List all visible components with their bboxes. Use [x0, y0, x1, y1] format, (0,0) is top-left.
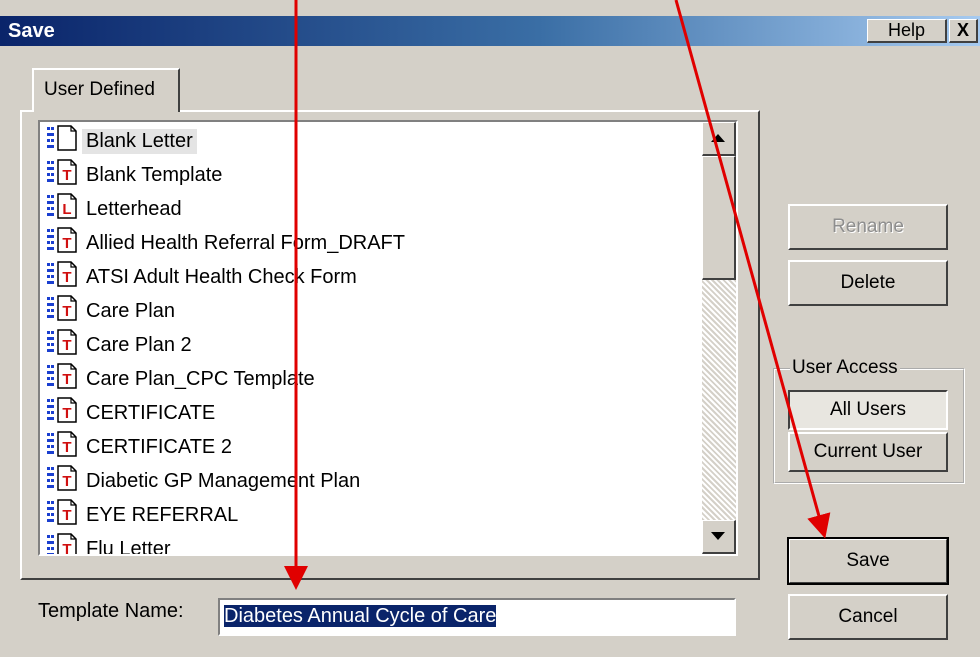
list-item-label: Care Plan 2: [86, 333, 192, 356]
cancel-button[interactable]: Cancel: [788, 594, 948, 640]
title-bar: Save Help X: [0, 16, 980, 46]
save-dialog: Save Help X User Defined Blank Letter T Bl…: [0, 0, 980, 657]
all-users-button[interactable]: All Users: [788, 390, 948, 430]
list-item[interactable]: L Letterhead: [46, 192, 186, 226]
svg-text:T: T: [62, 541, 71, 554]
template-name-value: Diabetes Annual Cycle of Care: [224, 605, 497, 627]
list-item[interactable]: T Care Plan: [46, 294, 179, 328]
svg-text:T: T: [62, 337, 71, 354]
scroll-down-button[interactable]: [702, 520, 736, 554]
current-user-button[interactable]: Current User: [788, 432, 948, 472]
scroll-up-button[interactable]: [702, 122, 736, 156]
vertical-scrollbar[interactable]: [702, 122, 736, 554]
tab-user-defined[interactable]: User Defined: [32, 68, 180, 112]
blank-letter-icon: [46, 124, 82, 158]
svg-text:L: L: [62, 201, 71, 218]
list-item-label: Letterhead: [86, 197, 182, 220]
template-icon: T: [46, 158, 82, 192]
template-name-input[interactable]: Diabetes Annual Cycle of Care: [218, 598, 736, 636]
list-item[interactable]: T CERTIFICATE 2: [46, 430, 236, 464]
template-icon: T: [46, 396, 82, 430]
close-button[interactable]: X: [949, 19, 978, 43]
template-icon: T: [46, 498, 82, 532]
list-item-label: CERTIFICATE: [86, 401, 216, 424]
list-item[interactable]: T Flu Letter: [46, 532, 174, 554]
help-button[interactable]: Help: [867, 19, 947, 43]
list-item[interactable]: T Allied Health Referral Form_DRAFT: [46, 226, 409, 260]
rename-button[interactable]: Rename: [788, 204, 948, 250]
letterhead-icon: L: [46, 192, 82, 226]
svg-text:T: T: [62, 473, 71, 490]
template-icon: T: [46, 226, 82, 260]
list-item[interactable]: T Diabetic GP Management Plan: [46, 464, 364, 498]
list-item-label: EYE REFERRAL: [86, 503, 239, 526]
template-icon: T: [46, 362, 82, 396]
list-item-label: Blank Template: [86, 163, 223, 186]
template-icon: T: [46, 294, 82, 328]
list-item-label: ATSI Adult Health Check Form: [86, 265, 357, 288]
template-icon: T: [46, 430, 82, 464]
svg-text:T: T: [62, 405, 71, 422]
svg-text:T: T: [62, 303, 71, 320]
svg-text:T: T: [62, 507, 71, 524]
list-item[interactable]: T ATSI Adult Health Check Form: [46, 260, 361, 294]
list-item-label: CERTIFICATE 2: [86, 435, 232, 458]
list-item-label: Care Plan: [86, 299, 175, 322]
svg-text:T: T: [62, 269, 71, 286]
list-item-label: Care Plan_CPC Template: [86, 367, 315, 390]
template-icon: T: [46, 328, 82, 362]
list-item-label: Blank Letter: [82, 128, 197, 154]
svg-text:T: T: [62, 167, 71, 184]
list-item[interactable]: T Care Plan 2: [46, 328, 196, 362]
list-item[interactable]: Blank Letter: [46, 124, 197, 158]
window-title: Save: [8, 20, 55, 42]
template-list-items: Blank Letter T Blank Template L Letterhead T A…: [40, 122, 700, 554]
template-icon: T: [46, 260, 82, 294]
list-item[interactable]: T EYE REFERRAL: [46, 498, 242, 532]
template-icon: T: [46, 464, 82, 498]
save-button[interactable]: Save: [787, 537, 949, 585]
user-access-label: User Access: [790, 357, 900, 379]
list-item[interactable]: T Blank Template: [46, 158, 226, 192]
svg-text:T: T: [62, 235, 71, 252]
delete-button[interactable]: Delete: [788, 260, 948, 306]
svg-text:T: T: [62, 371, 71, 388]
list-item[interactable]: T Care Plan_CPC Template: [46, 362, 319, 396]
list-item-label: Flu Letter: [86, 537, 171, 555]
list-item-label: Allied Health Referral Form_DRAFT: [86, 231, 405, 254]
template-icon: T: [46, 532, 82, 554]
svg-text:T: T: [62, 439, 71, 456]
list-item-label: Diabetic GP Management Plan: [86, 469, 361, 492]
template-name-label: Template Name:: [38, 600, 184, 622]
arrow-up-icon: [711, 134, 725, 142]
list-item[interactable]: T CERTIFICATE: [46, 396, 219, 430]
scroll-thumb[interactable]: [702, 156, 736, 280]
template-list[interactable]: Blank Letter T Blank Template L Letterhead T A…: [38, 120, 738, 556]
arrow-down-icon: [711, 532, 725, 540]
